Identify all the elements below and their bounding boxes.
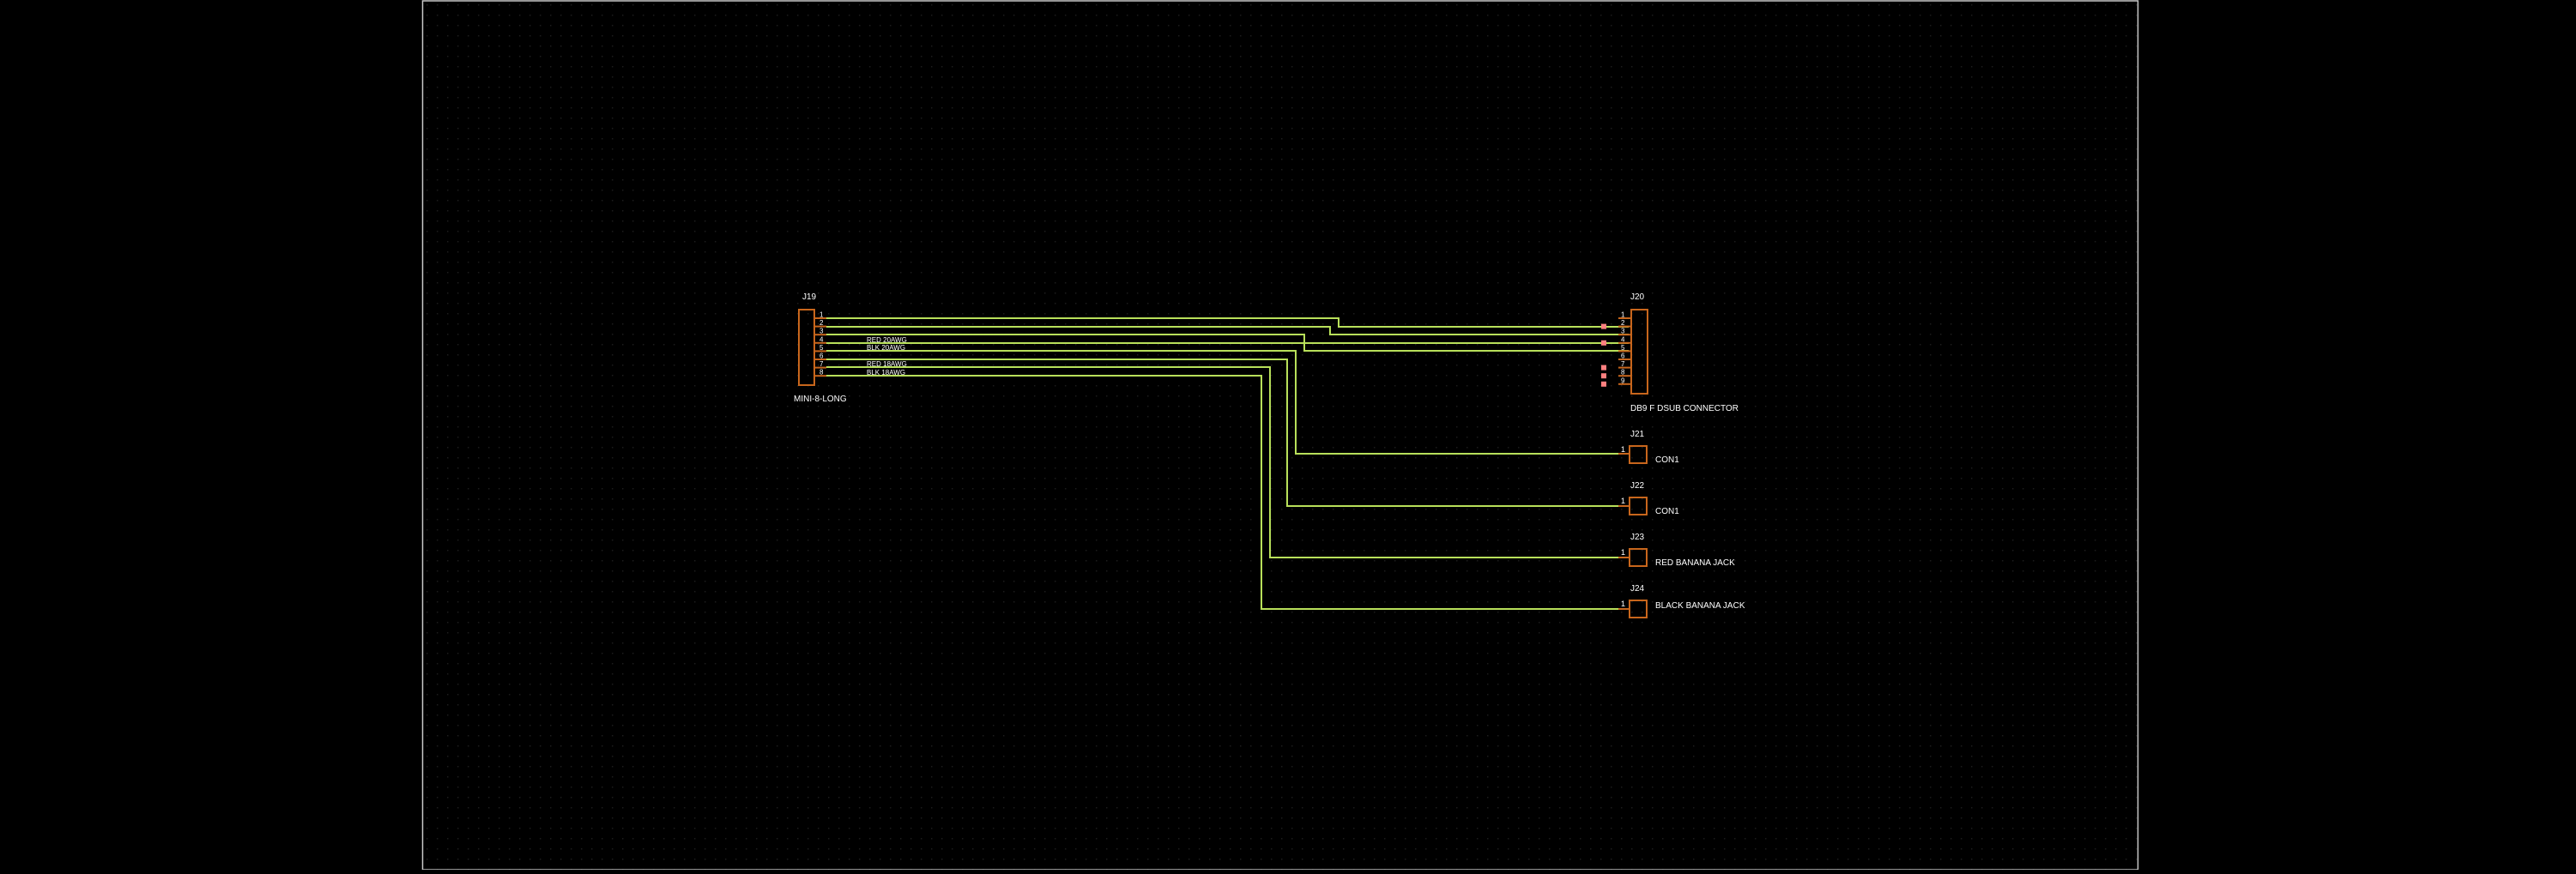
- no-connect-marker: [1601, 381, 1606, 387]
- j22-value: CON1: [1655, 507, 1679, 516]
- j20-pin-number: 9: [1621, 377, 1625, 384]
- wire-label-blk-20awg: BLK 20AWG: [867, 344, 905, 352]
- j20-pin-number: 3: [1621, 328, 1625, 335]
- j19-pin-number: 6: [819, 353, 824, 360]
- j20-ref: J20: [1630, 292, 1645, 302]
- j22-pin-number: 1: [1621, 497, 1625, 505]
- schematic-canvas[interactable]: J19 12345678 MINI-8-LONG RED 20AWG BLK 2…: [0, 0, 2576, 871]
- j21-pin-number: 1: [1621, 445, 1625, 454]
- j20-pin-number: 4: [1621, 335, 1625, 343]
- j19-pin-number: 8: [819, 369, 824, 377]
- j19-pin-number: 5: [819, 344, 824, 352]
- schematic-sheet: J19 12345678 MINI-8-LONG RED 20AWG BLK 2…: [0, 0, 2576, 871]
- j19-ref: J19: [802, 292, 817, 302]
- j20-pin-number: 1: [1621, 311, 1625, 319]
- j19-pin-number: 2: [819, 319, 824, 327]
- j22-ref: J22: [1630, 481, 1645, 491]
- grid: [422, 0, 2138, 870]
- j20-pin-number: 8: [1621, 369, 1625, 377]
- j19-pin-number: 7: [819, 360, 824, 368]
- j19-pin-number: 3: [819, 328, 824, 335]
- no-connect-marker: [1601, 340, 1606, 346]
- j23-pin-number: 1: [1621, 548, 1625, 557]
- no-connect-marker: [1601, 365, 1606, 371]
- j21-value: CON1: [1655, 455, 1679, 465]
- j24-pin-number: 1: [1621, 600, 1625, 608]
- j19-pin-number: 4: [819, 335, 824, 343]
- j19-value: MINI-8-LONG: [794, 395, 847, 404]
- j20-pin-number: 7: [1621, 360, 1625, 368]
- j20-value: DB9 F DSUB CONNECTOR: [1630, 404, 1738, 413]
- j21-ref: J21: [1630, 430, 1645, 439]
- no-connect-marker: [1601, 323, 1606, 329]
- j23-ref: J23: [1630, 533, 1645, 542]
- j20-pin-number: 2: [1621, 319, 1625, 327]
- j20-pin-number: 5: [1621, 344, 1625, 352]
- j20-pin-number: 6: [1621, 353, 1625, 360]
- wire-label-red-18awg: RED 18AWG: [867, 360, 907, 368]
- j19-pin-number: 1: [819, 311, 824, 319]
- j24-ref: J24: [1630, 584, 1645, 594]
- no-connect-marker: [1601, 373, 1606, 379]
- j23-value: RED BANANA JACK: [1655, 558, 1735, 568]
- wire-label-red-20awg: RED 20AWG: [867, 336, 907, 344]
- wire-label-blk-18awg: BLK 18AWG: [867, 369, 905, 377]
- j24-value: BLACK BANANA JACK: [1655, 601, 1745, 611]
